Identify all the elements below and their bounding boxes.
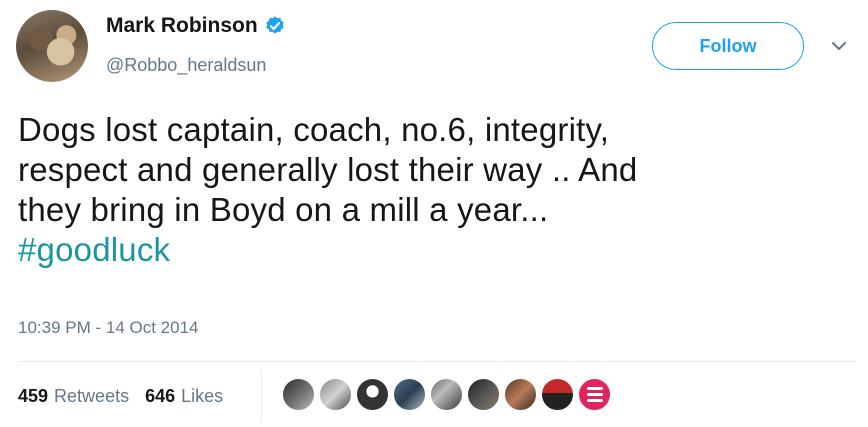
liker-avatar[interactable]	[393, 378, 426, 411]
author-handle[interactable]: @Robbo_heraldsun	[106, 55, 266, 76]
retweets-stat[interactable]: 459 Retweets	[18, 386, 129, 407]
likes-stat[interactable]: 646 Likes	[145, 386, 223, 407]
stats-separator	[261, 371, 262, 421]
author-name-row: Mark Robinson	[106, 14, 286, 38]
liker-avatar[interactable]	[319, 378, 352, 411]
tweet-text-line: they bring in Boyd on a mill a year...	[18, 191, 549, 228]
liker-avatar[interactable]	[504, 378, 537, 411]
tweet-timestamp[interactable]: 10:39 PM - 14 Oct 2014	[18, 318, 199, 338]
liker-avatar[interactable]	[541, 378, 574, 411]
liker-avatar[interactable]	[282, 378, 315, 411]
tweet-text: Dogs lost captain, coach, no.6, integrit…	[18, 110, 838, 270]
liker-avatar[interactable]	[356, 378, 389, 411]
author-avatar[interactable]	[16, 10, 88, 82]
author-name[interactable]: Mark Robinson	[106, 14, 258, 38]
liker-avatars	[282, 378, 611, 411]
liker-avatar[interactable]	[430, 378, 463, 411]
tweet-text-line: respect and generally lost their way .. …	[18, 151, 638, 188]
divider	[18, 361, 856, 362]
retweets-count: 459	[18, 386, 49, 406]
liker-avatar[interactable]	[578, 378, 611, 411]
retweets-label: Retweets	[54, 386, 130, 406]
tweet-text-line: Dogs lost captain, coach, no.6, integrit…	[18, 111, 610, 148]
follow-button[interactable]: Follow	[652, 22, 804, 70]
tweet-stats: 459 Retweets 646 Likes	[18, 386, 239, 407]
chevron-down-icon[interactable]	[829, 36, 849, 56]
likes-label: Likes	[181, 386, 224, 406]
menu-lines-icon	[586, 393, 603, 396]
liker-avatar[interactable]	[467, 378, 500, 411]
likes-count: 646	[145, 386, 176, 406]
verified-badge-icon	[265, 16, 284, 34]
hashtag-link[interactable]: #goodluck	[18, 230, 838, 270]
